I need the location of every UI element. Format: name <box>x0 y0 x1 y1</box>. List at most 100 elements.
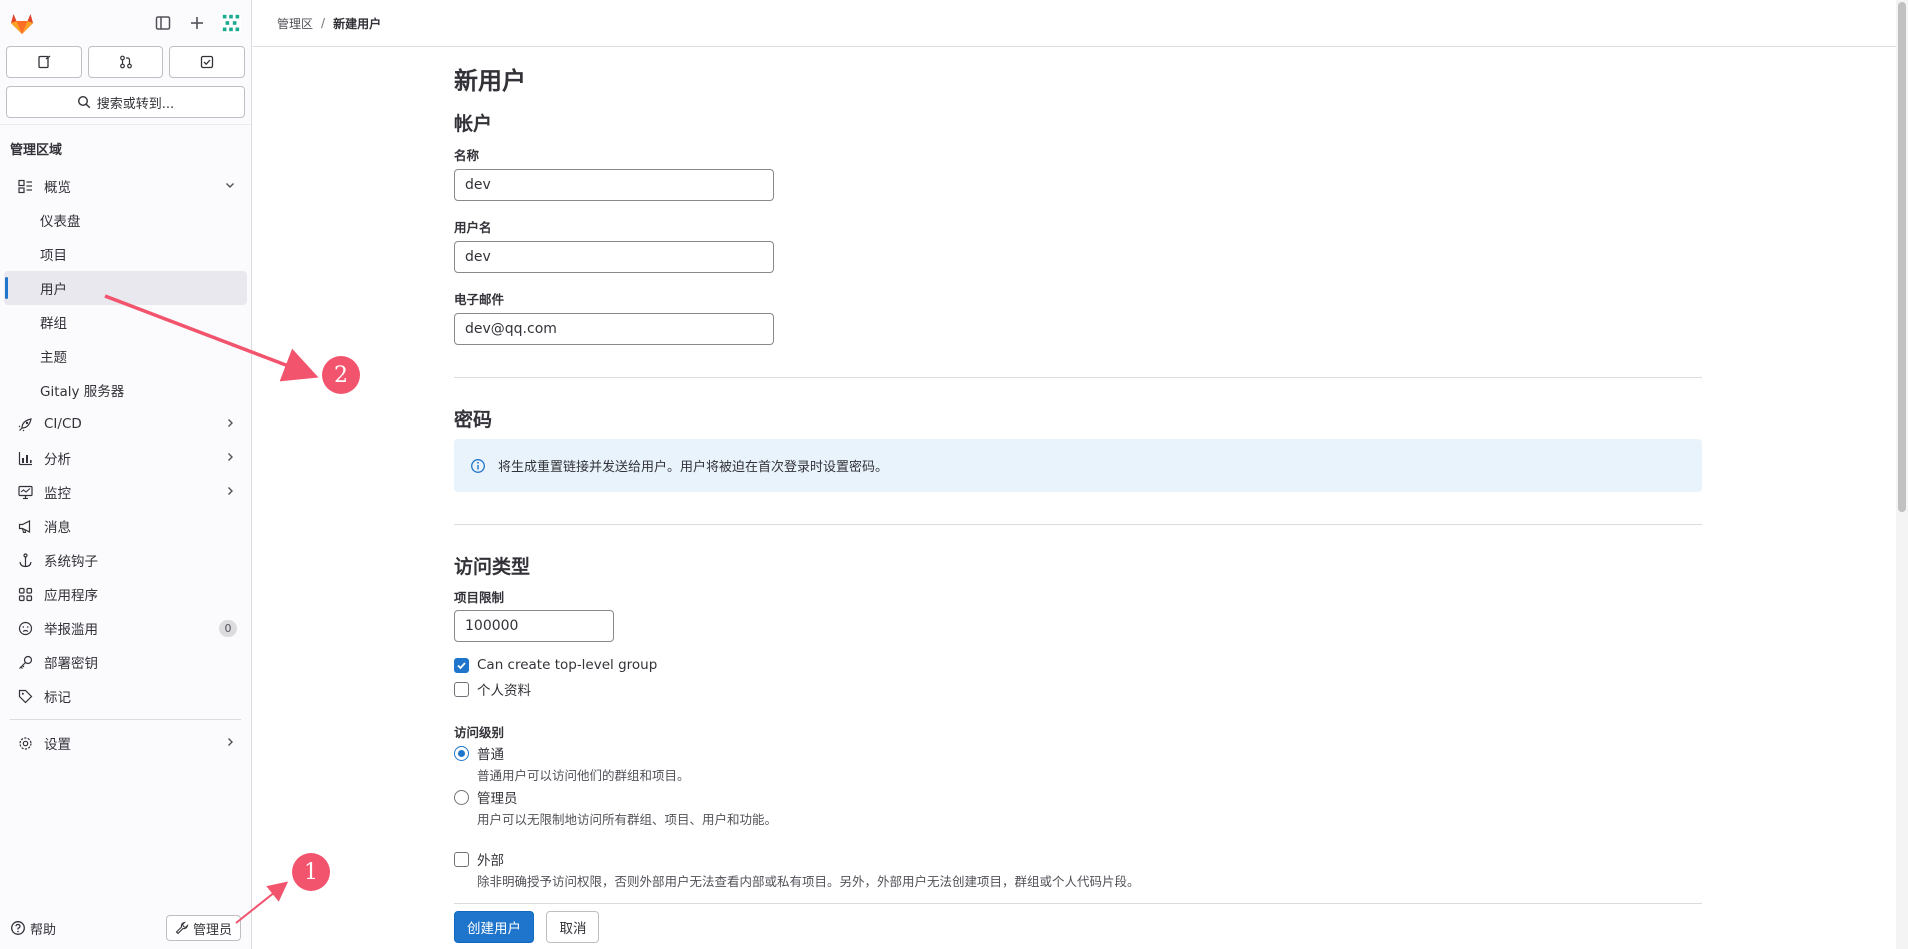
sidebar-item-system-hooks[interactable]: 系统钩子 <box>4 543 247 577</box>
anchor-icon <box>16 551 34 569</box>
admin-area-title: 管理区域 <box>10 143 63 158</box>
sidebar-item-label: Gitaly 服务器 <box>40 384 125 400</box>
access-heading: 访问类型 <box>454 556 531 578</box>
sidebar-toggle-icon[interactable] <box>153 13 173 33</box>
external-checkbox[interactable] <box>454 851 469 867</box>
section-divider <box>454 903 1702 904</box>
apps-icon <box>16 585 34 603</box>
sidebar-item-label: 主题 <box>40 350 67 366</box>
sidebar-item-label: 系统钩子 <box>44 554 98 570</box>
can-create-group-row[interactable]: Can create top-level group <box>454 653 657 677</box>
chevron-right-icon <box>228 419 233 427</box>
sidebar-item-label: 用户 <box>40 282 67 298</box>
sidebar-item-projects[interactable]: 项目 <box>4 237 247 271</box>
external-help-text: 除非明确授予访问权限，否则外部用户无法查看内部或私有项目。另外，外部用户无法创建… <box>477 874 1140 889</box>
page-title: 新用户 <box>454 67 526 95</box>
breadcrumb-current[interactable]: 新建用户 <box>333 15 381 32</box>
sidebar-item-label: 消息 <box>44 520 71 536</box>
sidebar-quick-buttons <box>0 46 251 78</box>
admin-help-text: 用户可以无限制地访问所有群组、项目、用户和功能。 <box>477 812 778 827</box>
sidebar-nav: 概览 仪表盘 项目 用户 群组 主题 Gitaly 服务器 CI/CD 分析 监… <box>0 169 251 713</box>
name-label: 名称 <box>454 148 480 163</box>
admin-radio-row[interactable]: 管理员 <box>454 785 777 809</box>
page-scrollbar[interactable] <box>1896 0 1908 949</box>
sidebar-item-messages[interactable]: 消息 <box>4 509 247 543</box>
merge-requests-button[interactable] <box>87 46 164 78</box>
gitlab-logo-icon[interactable] <box>8 9 36 37</box>
sidebar-item-dashboard[interactable]: 仪表盘 <box>4 203 247 237</box>
sidebar-item-label: 仪表盘 <box>40 214 81 230</box>
external-row[interactable]: 外部 <box>454 847 1140 871</box>
sidebar-item-label: 应用程序 <box>44 588 98 604</box>
sidebar-item-applications[interactable]: 应用程序 <box>4 577 247 611</box>
sidebar-item-gitaly-servers[interactable]: Gitaly 服务器 <box>4 373 247 407</box>
sidebar-separator <box>10 719 241 720</box>
megaphone-icon <box>16 517 34 535</box>
admin-button[interactable]: 管理员 <box>165 915 241 941</box>
search-button[interactable]: 搜索或转到... <box>6 86 245 118</box>
can-create-group-checkbox[interactable] <box>454 657 469 673</box>
plus-icon[interactable] <box>187 13 207 33</box>
sidebar-header <box>0 0 251 46</box>
sidebar: 搜索或转到... 管理区域 概览 仪表盘 项目 用户 群组 主题 Gitaly … <box>0 0 252 949</box>
sidebar-item-abuse-reports[interactable]: 举报滥用 0 <box>4 611 247 645</box>
sidebar-item-label: 标记 <box>44 690 71 706</box>
username-input[interactable]: dev <box>454 241 774 273</box>
regular-radio-row[interactable]: 普通 <box>454 741 690 765</box>
form-actions: 创建用户 取消 <box>454 911 600 943</box>
create-user-button[interactable]: 创建用户 <box>454 911 534 943</box>
chevron-down-icon <box>226 183 234 188</box>
admin-label: 管理员 <box>192 922 232 938</box>
sidebar-item-cicd[interactable]: CI/CD <box>4 407 247 441</box>
profile-checkbox[interactable] <box>454 681 469 697</box>
help-label: 帮助 <box>30 922 57 938</box>
search-icon <box>77 95 91 109</box>
profile-row[interactable]: 个人资料 <box>454 677 531 701</box>
avatar[interactable] <box>221 13 241 33</box>
name-input[interactable]: dev <box>454 169 774 201</box>
help-button[interactable]: 帮助 <box>10 919 56 938</box>
access-level-admin: 管理员 用户可以无限制地访问所有群组、项目、用户和功能。 <box>454 785 777 828</box>
breadcrumb-separator: / <box>321 16 326 30</box>
sidebar-item-overview[interactable]: 概览 <box>4 169 247 203</box>
checkmark-icon <box>457 661 466 669</box>
todo-check-icon <box>201 55 214 69</box>
issues-button[interactable] <box>6 46 82 78</box>
annotation-marker-1: 1 <box>292 853 330 891</box>
sidebar-item-labels[interactable]: 标记 <box>4 679 247 713</box>
sidebar-item-label: 群组 <box>40 316 67 332</box>
projects-limit-label: 项目限制 <box>454 590 505 605</box>
sidebar-item-groups[interactable]: 群组 <box>4 305 247 339</box>
sidebar-item-analytics[interactable]: 分析 <box>4 441 247 475</box>
projects-limit-input[interactable]: 100000 <box>454 610 614 642</box>
sidebar-item-label: 举报滥用 <box>44 622 98 638</box>
sidebar-item-label: 设置 <box>44 737 71 753</box>
issues-icon <box>38 55 51 69</box>
cancel-button[interactable]: 取消 <box>546 911 600 943</box>
sidebar-item-label: CI/CD <box>44 416 82 432</box>
search-label: 搜索或转到... <box>96 96 175 112</box>
key-icon <box>16 653 34 671</box>
sidebar-item-users[interactable]: 用户 <box>4 271 247 305</box>
gear-icon <box>16 734 34 752</box>
sidebar-item-settings[interactable]: 设置 <box>4 726 247 760</box>
info-icon <box>471 458 485 473</box>
annotation-marker-2: 2 <box>322 356 360 394</box>
rocket-icon <box>16 415 34 433</box>
admin-radio[interactable] <box>454 789 469 805</box>
regular-radio[interactable] <box>454 745 469 761</box>
password-info-alert: 将生成重置链接并发送给用户。用户将被迫在首次登录时设置密码。 <box>454 439 1702 492</box>
external-option: 外部 除非明确授予访问权限，否则外部用户无法查看内部或私有项目。另外，外部用户无… <box>454 847 1140 890</box>
email-label: 电子邮件 <box>454 292 505 307</box>
can-create-group-label: Can create top-level group <box>477 657 658 673</box>
access-level-regular: 普通 普通用户可以访问他们的群组和项目。 <box>454 741 690 784</box>
section-divider <box>454 377 1702 378</box>
sidebar-item-monitoring[interactable]: 监控 <box>4 475 247 509</box>
sidebar-item-topics[interactable]: 主题 <box>4 339 247 373</box>
label-icon <box>16 687 34 705</box>
sidebar-item-deploy-keys[interactable]: 部署密钥 <box>4 645 247 679</box>
todos-button[interactable] <box>169 46 246 78</box>
scrollbar-thumb[interactable] <box>1898 2 1906 512</box>
breadcrumb-root[interactable]: 管理区 <box>277 15 313 32</box>
email-input[interactable]: dev@qq.com <box>454 313 774 345</box>
